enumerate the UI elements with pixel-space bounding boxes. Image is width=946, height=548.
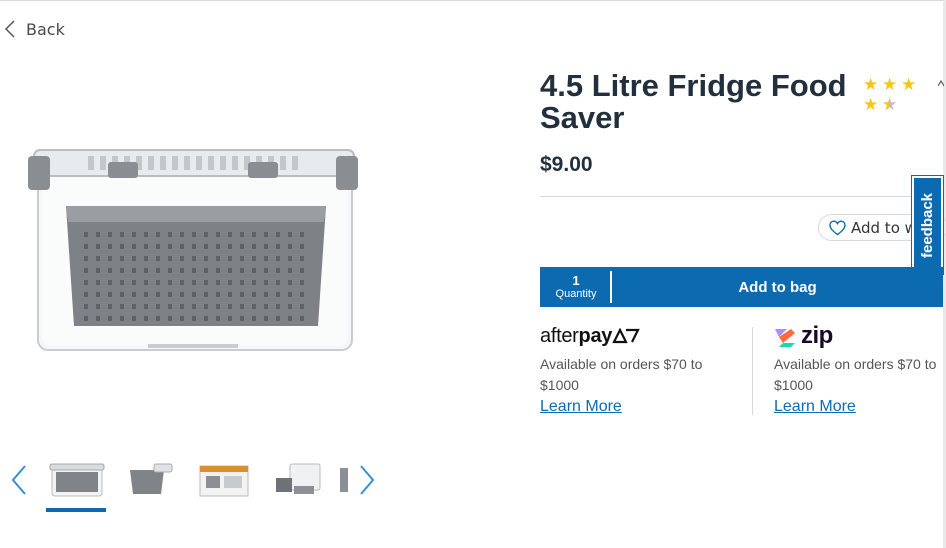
zip-logo: zip — [773, 322, 843, 349]
zip-learn-more-link[interactable]: Learn More — [774, 398, 856, 416]
star-icon: ★ — [901, 75, 917, 95]
active-thumbnail-indicator — [46, 508, 106, 512]
quantity-value: 1 — [572, 273, 580, 288]
add-to-bag-button[interactable]: Add to bag — [612, 267, 943, 307]
feedback-tab[interactable]: feedback — [911, 175, 944, 275]
half-star-icon: ★★ — [882, 95, 898, 115]
payment-divider — [752, 327, 753, 415]
star-icon: ★ — [863, 95, 879, 115]
partial-thumbnail — [340, 468, 348, 492]
afterpay-logo: afterpay — [540, 325, 644, 347]
feedback-label: feedback — [919, 192, 937, 258]
afterpay-brand-bold: pay — [578, 324, 613, 347]
product-price: $9.00 — [540, 153, 593, 176]
zip-mark-icon — [775, 329, 795, 347]
chevron-left-icon — [4, 20, 15, 38]
divider — [540, 196, 943, 197]
star-icon: ★ — [882, 75, 898, 95]
top-border — [0, 0, 946, 1]
heart-icon — [829, 219, 846, 235]
thumbnail-carousel — [0, 452, 400, 516]
container-front-thumbnail — [49, 463, 105, 497]
product-title: 4.5 Litre Fridge Food Saver — [540, 68, 847, 135]
add-to-bag-bar: 1 Quantity Add to bag — [540, 267, 943, 307]
packaging-thumbnail — [199, 465, 249, 497]
basket-thumbnail — [130, 463, 173, 494]
star-icon: ★ — [863, 75, 879, 95]
thumbnail-2[interactable] — [118, 456, 180, 502]
afterpay-arrows-icon — [612, 328, 640, 344]
quantity-selector[interactable]: 1 Quantity — [540, 267, 612, 307]
quantity-label: Quantity — [555, 288, 597, 300]
afterpay-description: Available on orders $70 to $1000 — [540, 356, 703, 393]
afterpay-learn-more-link[interactable]: Learn More — [540, 398, 622, 416]
back-link[interactable]: Back — [4, 17, 65, 41]
food-container-image — [28, 149, 358, 351]
parts-thumbnail — [276, 463, 321, 494]
back-label: Back — [26, 19, 65, 39]
thumbnail-3[interactable] — [192, 456, 254, 502]
zip-description: Available on orders $70 to $1000 — [774, 356, 937, 393]
zip-brand: zip — [801, 322, 833, 349]
scroll-up-icon[interactable] — [938, 78, 944, 88]
carousel-prev-icon[interactable] — [10, 464, 28, 496]
thumbnail-1[interactable] — [46, 456, 108, 502]
wishlist-label: Add to w — [851, 218, 917, 237]
afterpay-brand-light: after — [540, 324, 579, 347]
carousel-next-icon[interactable] — [358, 464, 376, 496]
thumbnail-4[interactable] — [266, 456, 328, 502]
product-image[interactable] — [28, 136, 360, 358]
thumbnail-5[interactable] — [338, 456, 350, 502]
rating-stars[interactable]: ★ ★ ★ ★ ★★ — [863, 76, 925, 116]
